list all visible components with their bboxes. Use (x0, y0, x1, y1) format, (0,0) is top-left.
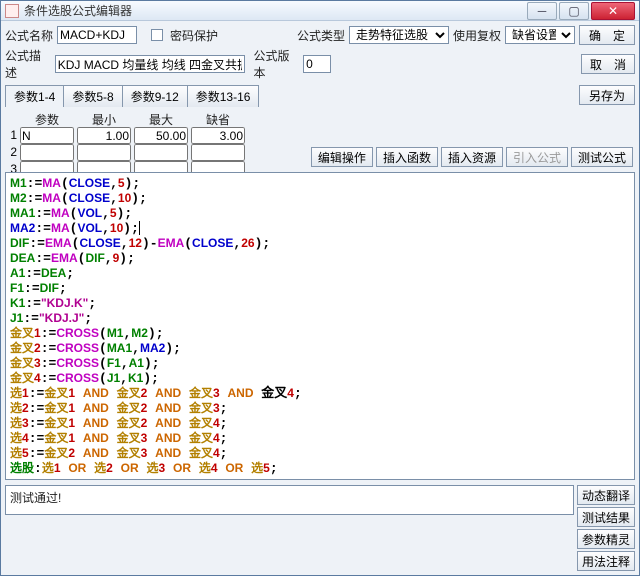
code-editor[interactable]: M1:=MA(CLOSE,5); M2:=MA(CLOSE,10); MA1:=… (5, 172, 635, 480)
ver-input[interactable] (303, 55, 331, 73)
insres-button[interactable]: 插入资源 (441, 147, 503, 167)
pwd-checkbox[interactable] (151, 29, 163, 41)
tab-param-9-12[interactable]: 参数9-12 (122, 85, 188, 107)
cancel-button[interactable]: 取 消 (581, 54, 635, 74)
row-num: 1 (5, 127, 17, 144)
fq-select[interactable]: 缺省设置 (505, 26, 575, 44)
type-select[interactable]: 走势特征选股 (349, 26, 449, 44)
tab-param-5-8[interactable]: 参数5-8 (63, 85, 122, 107)
testform-button[interactable]: 测试公式 (571, 147, 633, 167)
type-label: 公式类型 (297, 27, 345, 44)
impform-button[interactable]: 引入公式 (506, 147, 568, 167)
name-label: 公式名称 (5, 27, 53, 44)
param-def-input[interactable] (191, 127, 245, 144)
titlebar: 条件选股公式编辑器 ─ ▢ ✕ (1, 1, 639, 21)
param-name-input[interactable] (20, 127, 74, 144)
param-tabs: 参数1-4 参数5-8 参数9-12 参数13-16 (5, 85, 258, 107)
hdr-min: 最小 (77, 111, 131, 127)
status-bar: 测试通过! (5, 485, 574, 515)
minimize-button[interactable]: ─ (527, 2, 557, 20)
editop-button[interactable]: 编辑操作 (311, 147, 373, 167)
hdr-param: 参数 (20, 111, 74, 127)
usage-button[interactable]: 用法注释 (577, 551, 635, 571)
param-min-input[interactable] (77, 127, 131, 144)
tab-param-13-16[interactable]: 参数13-16 (187, 85, 260, 107)
window-title: 条件选股公式编辑器 (24, 2, 527, 19)
name-input[interactable] (57, 26, 137, 44)
pwd-label: 密码保护 (170, 27, 218, 44)
ok-button[interactable]: 确 定 (579, 25, 635, 45)
desc-input[interactable] (55, 55, 246, 73)
maximize-button[interactable]: ▢ (559, 2, 589, 20)
desc-label: 公式描述 (5, 47, 51, 81)
saveas-button[interactable]: 另存为 (579, 85, 635, 105)
param-max-input[interactable] (134, 127, 188, 144)
insfn-button[interactable]: 插入函数 (376, 147, 438, 167)
hdr-max: 最大 (134, 111, 188, 127)
dyntrans-button[interactable]: 动态翻译 (577, 485, 635, 505)
hdr-def: 缺省 (191, 111, 245, 127)
paramwiz-button[interactable]: 参数精灵 (577, 529, 635, 549)
testres-button[interactable]: 测试结果 (577, 507, 635, 527)
editor-window: 条件选股公式编辑器 ─ ▢ ✕ 公式名称 密码保护 公式类型 走势特征选股 使用… (0, 0, 640, 576)
app-icon (5, 4, 19, 18)
tab-param-1-4[interactable]: 参数1-4 (5, 85, 64, 107)
fq-label: 使用复权 (453, 27, 501, 44)
close-button[interactable]: ✕ (591, 2, 635, 20)
ver-label: 公式版本 (253, 47, 299, 81)
